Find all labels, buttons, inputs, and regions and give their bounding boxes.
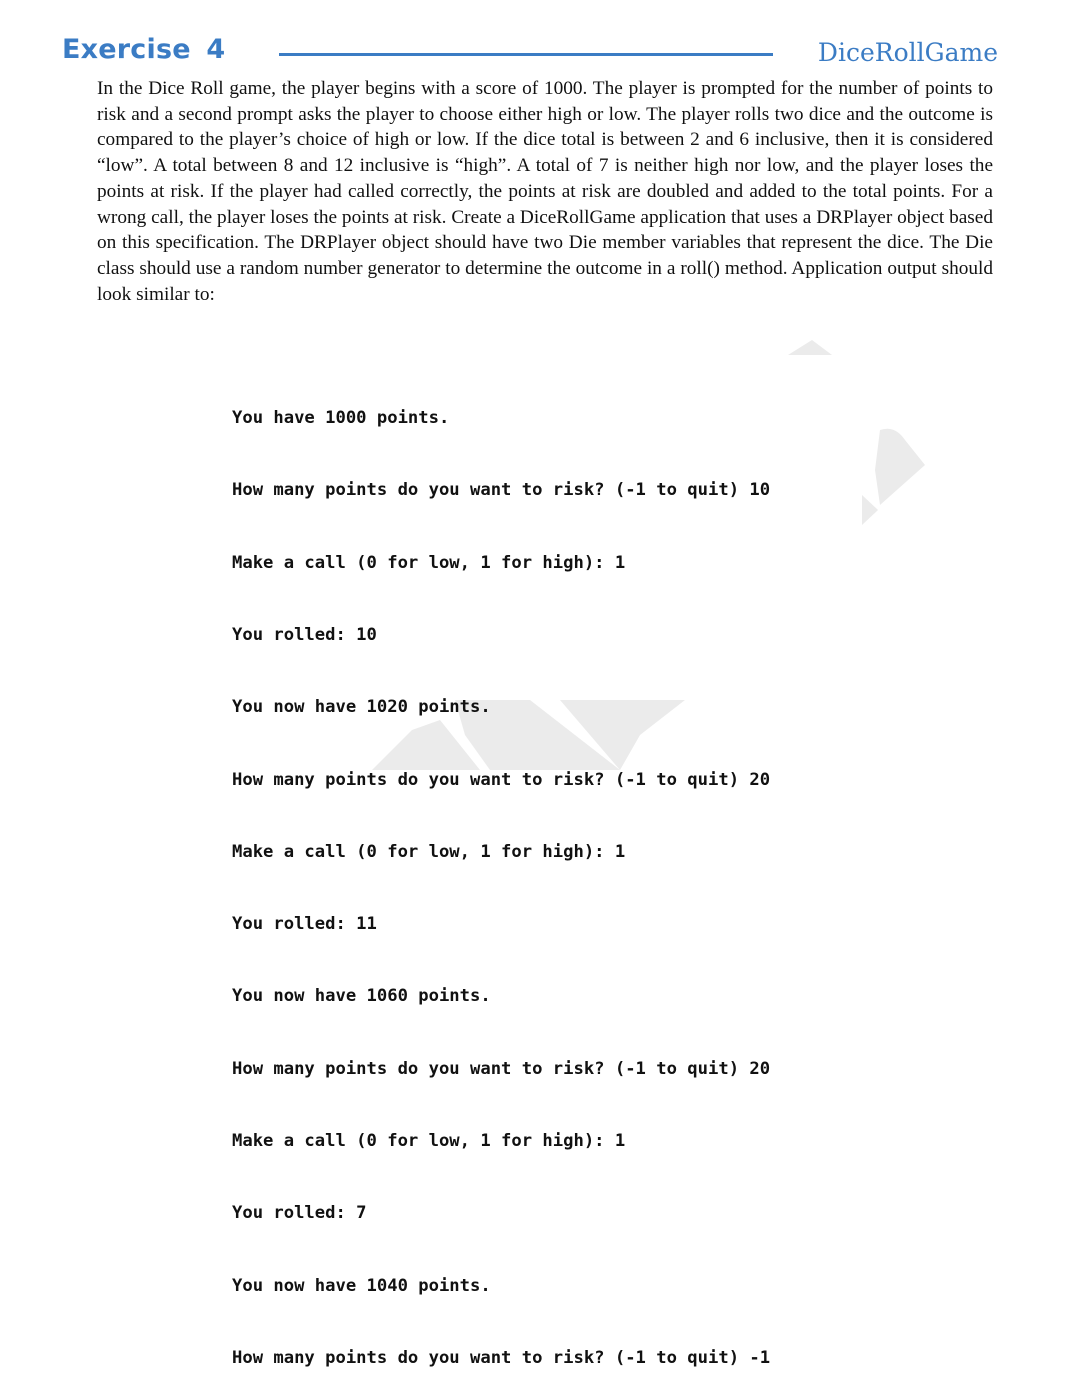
exercise-title: Exercise 4 xyxy=(62,34,226,65)
console-line: Make a call (0 for low, 1 for high): 1 xyxy=(232,1131,626,1151)
console-line: How many points do you want to risk? (-1… xyxy=(232,1058,771,1079)
console-line: You rolled: 7 xyxy=(232,1203,367,1224)
header-divider xyxy=(279,53,773,56)
console-line: Make a call (0 for low, 1 for high): 1 xyxy=(232,841,626,862)
console-line: How many points do you want to risk? (-1… xyxy=(232,1347,771,1368)
console-line: You now have 1020 points. xyxy=(232,697,491,718)
console-line: Make a call (0 for low, 1 for high): 1 xyxy=(232,552,626,573)
console-output: You have 1000 points. How many points do… xyxy=(232,358,770,1394)
exercise-description: In the Dice Roll game, the player begins… xyxy=(97,78,993,305)
exercise-header: Exercise 4 DiceRollGame xyxy=(62,32,1002,72)
console-line: You have 1000 points. xyxy=(232,408,450,429)
project-name: DiceRollGame xyxy=(817,38,998,67)
console-line: You now have 1040 points. xyxy=(232,1275,491,1296)
watermark-shape-top xyxy=(788,340,832,355)
console-line: You rolled: 11 xyxy=(232,914,377,935)
console-line: How many points do you want to risk? (-1… xyxy=(232,769,771,790)
console-line: You now have 1060 points. xyxy=(232,986,491,1007)
console-line: How many points do you want to risk? (-1… xyxy=(232,480,771,501)
watermark-shape-right xyxy=(875,428,925,505)
watermark-shape-right-small xyxy=(862,495,878,525)
console-line: You rolled: 10 xyxy=(232,625,377,646)
